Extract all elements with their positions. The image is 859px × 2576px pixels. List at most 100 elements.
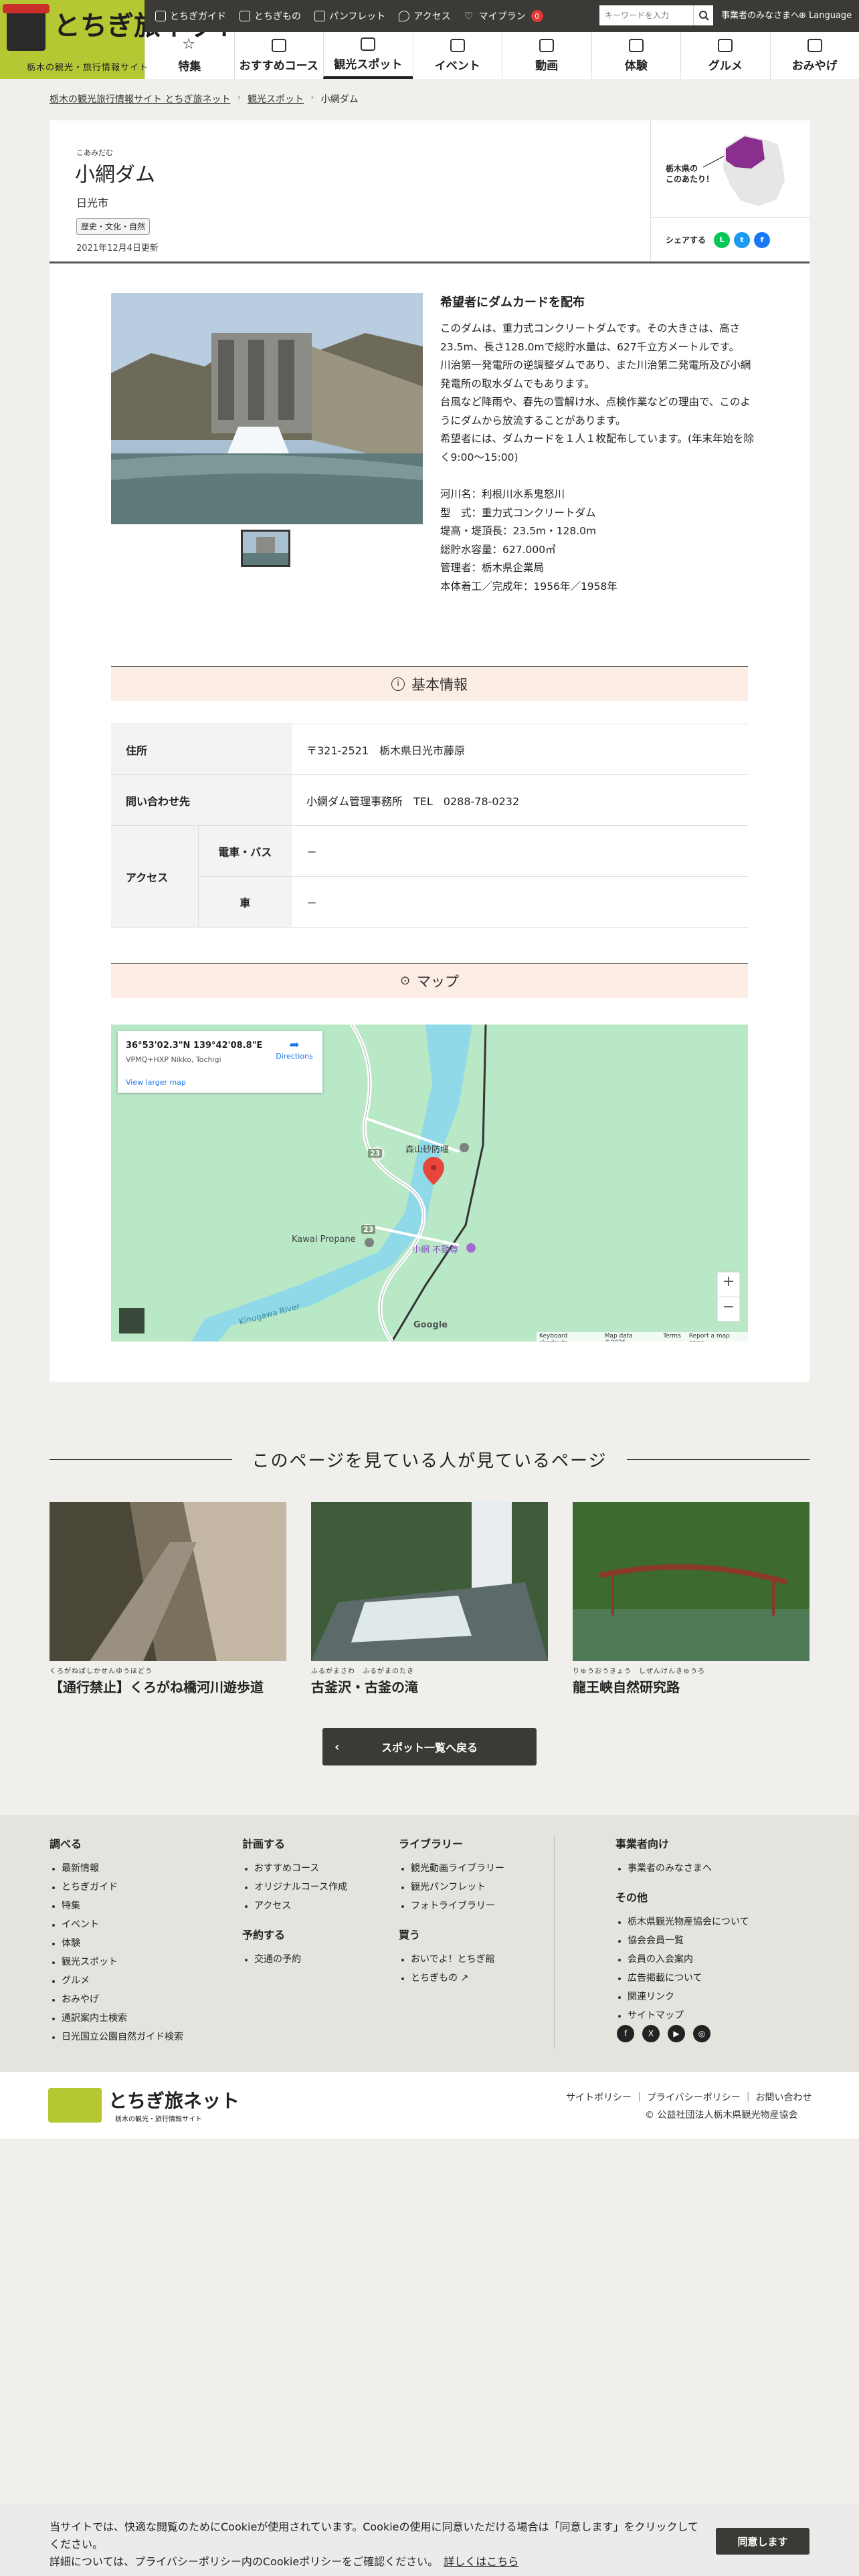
calendar-icon [450,38,465,52]
zoom-in-button[interactable]: + [717,1273,740,1290]
gift-icon [807,38,822,52]
footer-link[interactable]: おみやげ [50,1990,183,2009]
pin-icon: ⊙ [399,974,411,988]
footer-link[interactable]: 観光スポット [50,1953,183,1971]
footer-link[interactable]: おいでよ！とちぎ館 [399,1950,504,1969]
footer-heading: その他 [615,1891,648,1904]
footer-link[interactable]: サイトマップ [615,2006,749,2025]
instagram-icon[interactable]: ◎ [693,2025,710,2042]
footer-link[interactable]: 観光パンフレット [399,1878,504,1897]
nav-souvenir[interactable]: おみやげ [769,32,859,79]
footer-link[interactable]: 会員の入会案内 [615,1950,749,1969]
footer-heading: 計画する [242,1838,286,1850]
terms-link[interactable]: Terms [663,1333,681,1341]
photo-thumbnail[interactable] [241,530,290,567]
facebook-share-icon[interactable]: f [754,231,771,248]
related-card[interactable]: くろがねばしかせんゆうほどう 【通行禁止】くろがね橋河川遊歩道 [50,1502,286,1696]
category-badge: 歴史・文化・自然 [76,218,151,235]
breadcrumb-home[interactable]: 栃木の観光旅行情報サイト とちぎ旅ネット [50,92,230,106]
cookie-agree-button[interactable]: 同意します [716,2528,809,2555]
search-button[interactable] [693,5,713,25]
footer-link[interactable]: 日光国立公園自然ガイド検索 [50,2028,183,2046]
video-icon [539,38,555,52]
google-logo: Google [413,1320,448,1330]
footer-link[interactable]: オリジナルコース作成 [242,1878,347,1897]
x-icon[interactable]: X [642,2025,660,2042]
footer-policy-links[interactable]: サイトポリシー ｜ プライバシーポリシー ｜ お問い合わせ [566,2090,812,2104]
related-photo [573,1502,809,1661]
map-label: 森山砂防堰 [405,1145,450,1155]
breadcrumb-spots[interactable]: 観光スポット [248,92,304,106]
spec-item: 堤高・堤頂長：23.5m・128.0m [440,525,597,537]
utility-access[interactable]: アクセス [399,9,451,23]
cookie-more-link[interactable]: 詳しくはこちら [444,2555,518,2568]
map-label: 小網 不動尊 [412,1245,459,1255]
footer-divider [554,1835,555,2049]
view-larger-map-link[interactable]: View larger map [126,1078,186,1087]
map-attribution: Keyboard shortcuts Map data ©2025 Terms … [537,1332,748,1341]
footer-link[interactable]: 関連リンク [615,1988,749,2006]
footer-link[interactable]: 協会会員一覧 [615,1931,749,1950]
footer-link[interactable]: とちぎガイド [50,1878,183,1897]
experience-icon [628,38,644,52]
footer-link[interactable]: 交通の予約 [242,1950,347,1969]
nav-event[interactable]: イベント [412,32,502,79]
utility-pamphlet[interactable]: パンフレット [314,9,385,23]
youtube-icon[interactable]: ▶ [668,2025,685,2042]
map-data-text: Map data ©2025 [604,1333,633,1341]
footer-link[interactable]: 特集 [50,1897,183,1915]
footer-link[interactable]: 最新情報 [50,1859,183,1878]
map-label: Kawai Propane [292,1235,356,1245]
footer-link[interactable]: イベント [50,1915,183,1934]
search-input[interactable] [599,5,693,25]
nav-experience[interactable]: 体験 [591,32,681,79]
footer-link[interactable]: おすすめコース [242,1859,347,1878]
nav-spot[interactable]: 観光スポット [323,32,413,79]
footer-link[interactable]: グルメ [50,1971,183,1990]
nav-video[interactable]: 動画 [502,32,591,79]
bag-icon [240,11,250,21]
train-label: 電車・バス [198,825,292,877]
footer-link[interactable]: 事業者のみなさまへ [615,1859,749,1878]
utility-tochigimono[interactable]: とちぎもの [240,9,301,23]
footer-link[interactable]: 広告掲載について [615,1969,749,1988]
footer-link[interactable]: 栃木県観光物産協会について [615,1913,749,1931]
related-title: 龍王峡自然研究路 [573,1679,680,1695]
search-icon [698,11,709,21]
related-card[interactable]: ふるがまさわ ふるがまのたき 古釜沢・古釜の滝 [311,1502,548,1696]
footer-link[interactable]: 通訳案内士検索 [50,2009,183,2028]
utility-myplan[interactable]: ♡ マイプラン 0 [464,9,543,23]
breadcrumb: 栃木の観光旅行情報サイト とちぎ旅ネット › 観光スポット › 小網ダム [50,92,359,106]
back-to-spot-list-button[interactable]: ‹ スポット一覧へ戻る [322,1728,537,1765]
zoom-out-button[interactable]: − [717,1299,740,1315]
pin-icon [399,11,410,21]
twitter-share-icon[interactable]: t [734,231,751,248]
related-card[interactable]: りゅうおうきょう しぜんけんきゅうろ 龍王峡自然研究路 [573,1502,809,1696]
line-share-icon[interactable]: L [714,231,731,248]
footer-link[interactable]: 観光動画ライブラリー [399,1859,504,1878]
logo-mark [48,2088,102,2123]
prefecture-locator-map: 栃木県の このあたり！ [650,120,809,217]
footer-logo[interactable]: とちぎ旅ネット 栃木の観光・旅行情報サイト [48,2084,240,2127]
site-logo[interactable]: とちぎ旅ネット 栃木の観光・旅行情報サイト [0,0,241,79]
directions-button[interactable]: ➦ Directions [273,1038,316,1061]
train-value: － [292,825,748,877]
nav-feature[interactable]: ☆ 特集 [145,32,234,79]
facebook-icon[interactable]: f [617,2025,634,2042]
footer-link[interactable]: とちぎもの ↗ [399,1969,504,1988]
business-link[interactable]: 事業者のみなさまへ [721,0,799,32]
utility-guide[interactable]: とちぎガイド [155,9,226,23]
google-map[interactable]: 23 23 森山砂防堰 Kawai Propane 小網 不動尊 Kinugaw… [111,1025,748,1341]
report-error-link[interactable]: Report a map error [689,1333,745,1341]
global-nav: ☆ 特集 おすすめコース 観光スポット イベント 動画 体験 グルメ おみやげ [145,32,859,79]
keyboard-shortcuts-link[interactable]: Keyboard shortcuts [539,1333,597,1341]
language-button[interactable]: ⊕ Language [799,0,852,32]
footer-link[interactable]: 体験 [50,1934,183,1953]
nav-gourmet[interactable]: グルメ [680,32,770,79]
contact-value: 小網ダム管理事務所 TEL 0288-78-0232 [292,774,748,826]
footer-link[interactable]: フォトライブラリー [399,1897,504,1915]
route-number: 23 [361,1225,376,1234]
description-paragraph: このダムは、重力式コンクリートダムです。その大きさは、高さ23.5m、長さ128… [440,322,740,353]
nav-course[interactable]: おすすめコース [233,32,324,79]
footer-link[interactable]: アクセス [242,1897,347,1915]
